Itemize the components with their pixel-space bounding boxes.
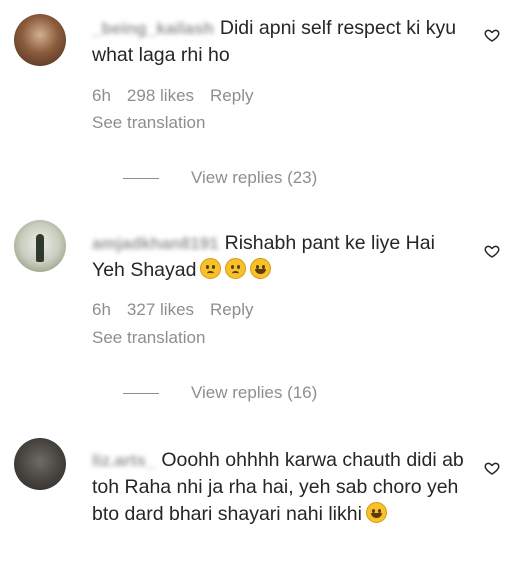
reply-button[interactable]: Reply [210,86,253,105]
heart-outline-icon[interactable] [484,460,500,476]
tears-of-joy-emoji [365,502,387,523]
sad-face-emoji [200,258,222,279]
view-replies-button[interactable]: View replies (16) [123,383,317,403]
comment-likes[interactable]: 298 likes [127,86,194,105]
view-replies-label: View replies (23) [191,168,318,187]
comment-username[interactable]: _being_kailash [92,15,214,42]
comment-body: liz.arts_ Ooohh ohhhh karwa chauth didi a… [92,447,470,528]
heart-outline-icon[interactable] [484,27,500,43]
tears-of-joy-emoji [250,258,272,279]
comment-likes[interactable]: 327 likes [127,300,194,319]
view-replies-button[interactable]: View replies (23) [123,168,317,188]
replies-divider-line [123,393,159,395]
see-translation-link[interactable]: See translation [92,328,205,348]
comment-time: 6h [92,86,111,105]
comment-body: amjadkhan8191 Rishabh pant ke liye Hai Ye… [92,230,470,284]
avatar[interactable] [14,14,66,66]
avatar[interactable] [14,220,66,272]
view-replies-label: View replies (16) [191,383,318,402]
reply-button[interactable]: Reply [210,300,253,319]
comment-time: 6h [92,300,111,319]
comment-meta: 6h 327 likes Reply [92,300,270,320]
replies-divider-line [123,178,159,180]
comment-username[interactable]: liz.arts_ [92,447,155,474]
see-translation-link[interactable]: See translation [92,113,205,133]
comment-body: _being_kailash Didi apni self respect ki … [92,15,470,69]
comment-username[interactable]: amjadkhan8191 [92,230,219,257]
avatar[interactable] [14,438,66,490]
sad-face-emoji [225,258,247,279]
heart-outline-icon[interactable] [484,243,500,259]
comment-meta: 6h 298 likes Reply [92,86,270,106]
